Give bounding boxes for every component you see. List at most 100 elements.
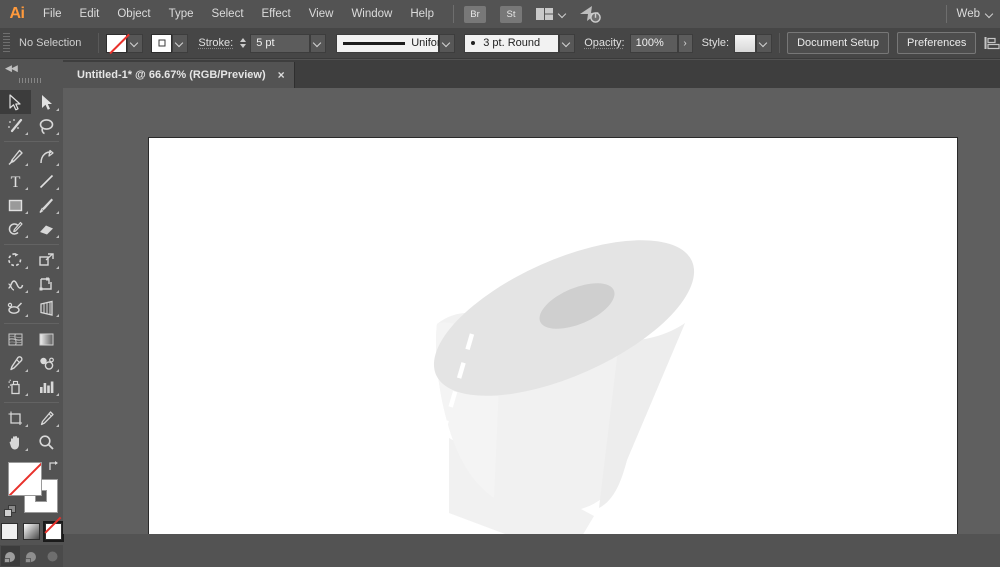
brush-definition-select[interactable]: 3 pt. Round: [464, 33, 560, 53]
document-setup-button[interactable]: Document Setup: [787, 32, 890, 54]
tool-shape-builder[interactable]: [0, 296, 31, 320]
color-mode-solid[interactable]: [1, 523, 18, 540]
collapse-panel-icon[interactable]: ◀◀: [5, 63, 18, 74]
stroke-color-swatch[interactable]: [151, 33, 173, 53]
shape-builder-icon: [7, 301, 23, 314]
tool-rotate[interactable]: [0, 248, 31, 272]
menu-object[interactable]: Object: [108, 0, 159, 28]
opacity-label[interactable]: Opacity:: [584, 37, 624, 49]
swap-fill-stroke-icon[interactable]: [48, 460, 60, 472]
fill-chevron-down-icon: [131, 39, 139, 47]
brush-icon: [471, 41, 476, 45]
style-chevron-down-icon: [760, 39, 768, 47]
tool-curvature[interactable]: [31, 145, 62, 169]
graphic-style-dropdown[interactable]: [756, 33, 773, 53]
tool-selection[interactable]: [0, 90, 31, 114]
control-bar-grip[interactable]: [3, 33, 10, 53]
screen-mode-full-menu[interactable]: [22, 546, 41, 566]
fill-none-slash-icon: [9, 463, 41, 495]
close-icon[interactable]: ×: [278, 69, 285, 81]
screen-mode-full[interactable]: [43, 546, 62, 566]
preferences-button[interactable]: Preferences: [897, 32, 977, 54]
menu-select[interactable]: Select: [203, 0, 253, 28]
tool-slice[interactable]: [31, 406, 62, 430]
menu-view[interactable]: View: [300, 0, 343, 28]
tools-grid-transform: [0, 248, 63, 320]
default-fill-stroke-icon[interactable]: [4, 505, 17, 518]
tool-hand[interactable]: [0, 430, 31, 454]
tool-mesh[interactable]: [0, 327, 31, 351]
bridge-button[interactable]: Br: [464, 5, 486, 23]
opacity-options-button[interactable]: ›: [677, 33, 693, 53]
column-graph-icon: [40, 381, 54, 393]
tool-paintbrush[interactable]: [31, 193, 62, 217]
tool-pen[interactable]: [0, 145, 31, 169]
tool-line-segment[interactable]: [31, 169, 62, 193]
stroke-profile-dropdown[interactable]: [439, 33, 456, 53]
tool-artboard[interactable]: [0, 406, 31, 430]
workspace-label[interactable]: Web: [957, 8, 980, 20]
screen-mode-normal[interactable]: [1, 546, 20, 566]
menu-effect[interactable]: Effect: [253, 0, 300, 28]
stroke-weight-stepper[interactable]: [238, 34, 247, 52]
workspace-divider: [945, 5, 947, 23]
stroke-weight-label[interactable]: Stroke:: [198, 37, 233, 49]
fill-color-swatch[interactable]: [106, 33, 128, 53]
arrange-documents-button[interactable]: [536, 7, 567, 21]
rotate-icon: [8, 252, 22, 266]
tool-lasso[interactable]: [31, 114, 62, 138]
color-mode-gradient[interactable]: [23, 523, 40, 540]
tool-perspective-grid[interactable]: [31, 296, 62, 320]
stroke-profile-select[interactable]: Uniform: [336, 33, 450, 53]
color-mode-none[interactable]: [43, 521, 64, 542]
selection-arrow-icon: [9, 93, 21, 110]
shaper-icon: [8, 221, 23, 235]
tool-symbol-sprayer[interactable]: [0, 375, 31, 399]
tool-zoom[interactable]: [31, 430, 62, 454]
tool-eraser[interactable]: [31, 217, 62, 241]
type-icon: T: [11, 174, 21, 190]
brush-definition-dropdown[interactable]: [559, 33, 576, 53]
menu-window[interactable]: Window: [342, 0, 401, 28]
menu-help[interactable]: Help: [401, 0, 443, 28]
tools-grid-nav: [0, 406, 63, 454]
tool-shaper[interactable]: [0, 217, 31, 241]
tools-grid-drawing: T: [0, 145, 63, 241]
tool-scale[interactable]: [31, 248, 62, 272]
tool-blend[interactable]: [31, 351, 62, 375]
stroke-profile-icon: [343, 41, 406, 45]
stroke-weight-dropdown[interactable]: [310, 33, 327, 53]
tool-width[interactable]: [0, 272, 31, 296]
tool-type[interactable]: T: [0, 169, 31, 193]
opacity-input[interactable]: 100%: [629, 33, 678, 53]
fill-color-dropdown[interactable]: [127, 33, 144, 53]
menubar-divider: [453, 5, 454, 23]
tool-free-transform[interactable]: [31, 272, 62, 296]
graphic-style-swatch[interactable]: [734, 33, 757, 53]
fill-swatch-large[interactable]: [8, 462, 42, 496]
tool-rectangle[interactable]: [0, 193, 31, 217]
menu-edit[interactable]: Edit: [71, 0, 109, 28]
menu-file[interactable]: File: [34, 0, 71, 28]
canvas-area[interactable]: [63, 88, 1000, 534]
tool-column-graph[interactable]: [31, 375, 62, 399]
stroke-color-dropdown[interactable]: [172, 33, 189, 53]
control-divider-1: [98, 33, 100, 53]
align-options-button[interactable]: [984, 36, 1000, 51]
stroke-weight-input[interactable]: 5 pt: [250, 33, 311, 53]
toilet-paper-roll-artwork[interactable]: [149, 138, 959, 534]
tools-panel-grip[interactable]: [19, 78, 43, 83]
tool-direct-selection[interactable]: [31, 90, 62, 114]
workspace-switcher-icon-button[interactable]: [579, 5, 601, 23]
selection-status-label: No Selection: [19, 37, 82, 49]
curvature-icon: [40, 149, 54, 163]
menu-type[interactable]: Type: [160, 0, 203, 28]
tool-eyedropper[interactable]: [0, 351, 31, 375]
artboard[interactable]: [148, 137, 958, 534]
tools-divider-3: [4, 323, 59, 324]
workspace-chevron-down-icon[interactable]: [986, 10, 994, 18]
tool-magic-wand[interactable]: [0, 114, 31, 138]
stock-button[interactable]: St: [500, 5, 522, 23]
tool-gradient[interactable]: [31, 327, 62, 351]
document-tab[interactable]: Untitled-1* @ 66.67% (RGB/Preview) ×: [63, 62, 295, 88]
